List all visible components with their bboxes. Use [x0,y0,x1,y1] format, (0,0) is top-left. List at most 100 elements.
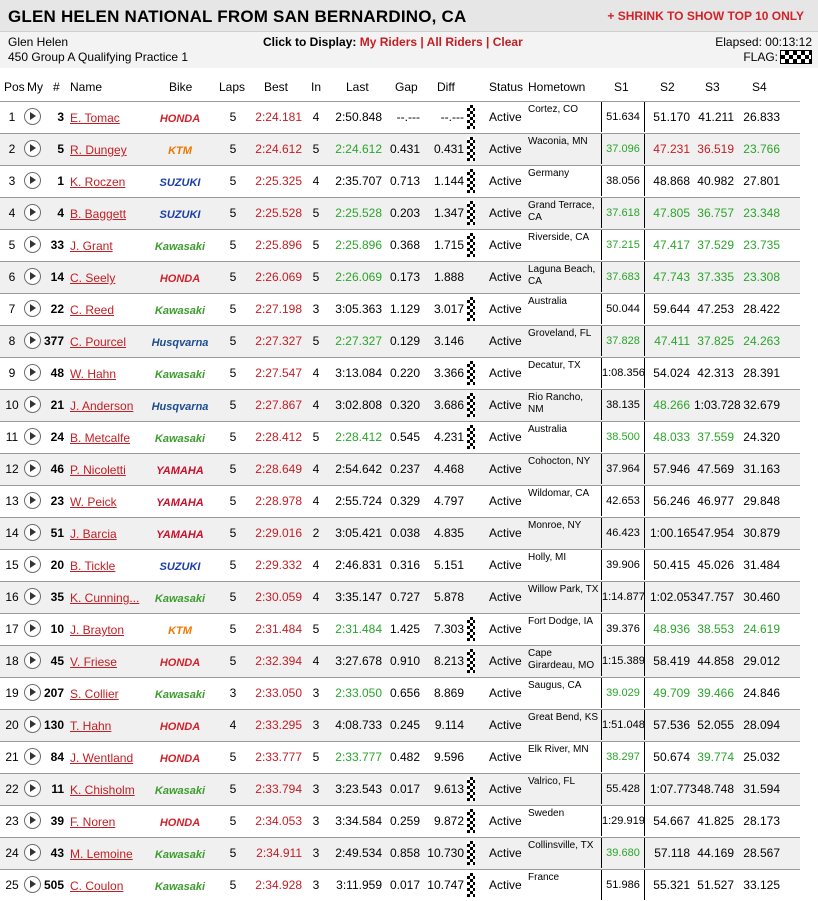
laps: 5 [229,654,237,668]
col-hometown[interactable]: Hometown [528,80,585,94]
ktm-logo-icon: KTM [168,625,193,637]
rider-name-link[interactable]: P. Nicoletti [70,463,126,477]
col-last[interactable]: Last [346,80,369,94]
my-rider-toggle-icon[interactable] [24,364,41,381]
rider-name-link[interactable]: T. Hahn [70,719,111,733]
best-lap-in: 5 [312,238,320,252]
my-rider-toggle-icon[interactable] [24,588,41,605]
laps: 5 [229,462,237,476]
rider-name-link[interactable]: E. Tomac [70,111,120,125]
col-my[interactable]: My [27,80,43,94]
col-laps[interactable]: Laps [219,80,245,94]
shrink-link[interactable]: + SHRINK TO SHOW TOP 10 ONLY [607,9,804,23]
bike-brand: SUZUKI [160,561,202,573]
last-lap: 2:26.069 [335,270,382,284]
my-rider-toggle-icon[interactable] [24,844,41,861]
my-rider-toggle-icon[interactable] [24,876,41,893]
rider-number: 20 [50,558,64,572]
my-rider-toggle-icon[interactable] [24,524,41,541]
col-diff[interactable]: Diff [437,80,455,94]
my-rider-toggle-icon[interactable] [24,812,41,829]
all-riders-link[interactable]: All Riders [427,35,483,49]
my-rider-toggle-icon[interactable] [24,268,41,285]
rider-number: 5 [57,142,64,156]
rider-name-link[interactable]: C. Pourcel [70,335,126,349]
col-num[interactable]: # [53,80,60,94]
rider-name-link[interactable]: J. Brayton [70,623,124,637]
clear-link[interactable]: Clear [493,35,523,49]
my-rider-toggle-icon[interactable] [24,748,41,765]
sector-2: 47.743 [653,270,690,284]
sector-1: 1:15.389 [601,646,645,676]
my-rider-toggle-icon[interactable] [24,492,41,509]
yamaha-logo-icon: YAMAHA [156,497,204,509]
col-best[interactable]: Best [264,80,288,94]
my-rider-toggle-icon[interactable] [24,556,41,573]
bike-brand: YAMAHA [156,497,204,509]
rider-name-link[interactable]: K. Cunning... [70,591,139,605]
rider-name-link[interactable]: C. Seely [70,271,115,285]
my-rider-toggle-icon[interactable] [24,716,41,733]
my-rider-toggle-icon[interactable] [24,396,41,413]
col-s1[interactable]: S1 [614,80,629,94]
my-rider-toggle-icon[interactable] [24,204,41,221]
gap: 0.713 [390,174,421,188]
col-s3[interactable]: S3 [705,80,720,94]
sector-3: 47.954 [697,526,734,540]
laps: 3 [229,686,237,700]
rider-name-link[interactable]: K. Roczen [70,175,125,189]
col-in[interactable]: In [311,80,321,94]
my-rider-toggle-icon[interactable] [24,684,41,701]
rider-name-link[interactable]: K. Chisholm [70,783,135,797]
my-rider-toggle-icon[interactable] [24,620,41,637]
my-rider-toggle-icon[interactable] [24,236,41,253]
sector-3: 51.527 [697,878,734,892]
results-table: 1 3 E. Tomac HONDA 5 2:24.181 4 2:50.848 --.--- -… [0,101,800,901]
rider-name-link[interactable]: W. Peick [70,495,117,509]
my-rider-toggle-icon[interactable] [24,140,41,157]
position: 3 [8,174,16,188]
col-s2[interactable]: S2 [660,80,675,94]
my-rider-toggle-icon[interactable] [24,332,41,349]
rider-name-link[interactable]: J. Barcia [70,527,117,541]
rider-number: 3 [57,110,64,124]
my-riders-link[interactable]: My Riders [360,35,417,49]
col-name[interactable]: Name [70,80,102,94]
col-bike[interactable]: Bike [169,80,192,94]
rider-name-link[interactable]: C. Reed [70,303,114,317]
rider-name-link[interactable]: W. Hahn [70,367,116,381]
rider-name-link[interactable]: J. Grant [70,239,113,253]
my-rider-toggle-icon[interactable] [24,300,41,317]
rider-name-link[interactable]: C. Coulon [70,879,123,893]
rider-name-link[interactable]: B. Baggett [70,207,126,221]
rider-name-link[interactable]: B. Metcalfe [70,431,130,445]
my-rider-toggle-icon[interactable] [24,172,41,189]
col-pos[interactable]: Pos [4,80,25,94]
col-status[interactable]: Status [489,80,523,94]
my-rider-toggle-icon[interactable] [24,428,41,445]
rider-name-link[interactable]: S. Collier [70,687,119,701]
honda-logo-icon: HONDA [160,817,200,829]
rider-name-link[interactable]: F. Noren [70,815,115,829]
my-rider-toggle-icon[interactable] [24,108,41,125]
rider-name-link[interactable]: B. Tickle [70,559,115,573]
hometown: Holly, MI [528,552,567,563]
status: Active [489,718,522,732]
my-rider-toggle-icon[interactable] [24,780,41,797]
sector-3: 37.529 [697,238,734,252]
rider-name-link[interactable]: M. Lemoine [70,847,133,861]
col-gap[interactable]: Gap [395,80,418,94]
status: Active [489,686,522,700]
rider-name-link[interactable]: R. Dungey [70,143,127,157]
my-rider-toggle-icon[interactable] [24,652,41,669]
col-s4[interactable]: S4 [752,80,767,94]
diff: 5.151 [433,558,464,572]
laps: 5 [229,494,237,508]
rider-name-link[interactable]: J. Anderson [70,399,133,413]
sector-2: 48.868 [653,174,690,188]
my-rider-toggle-icon[interactable] [24,460,41,477]
laps: 5 [229,206,237,220]
rider-name-link[interactable]: V. Friese [70,655,117,669]
rider-name-link[interactable]: J. Wentland [70,751,133,765]
status: Active [489,174,522,188]
